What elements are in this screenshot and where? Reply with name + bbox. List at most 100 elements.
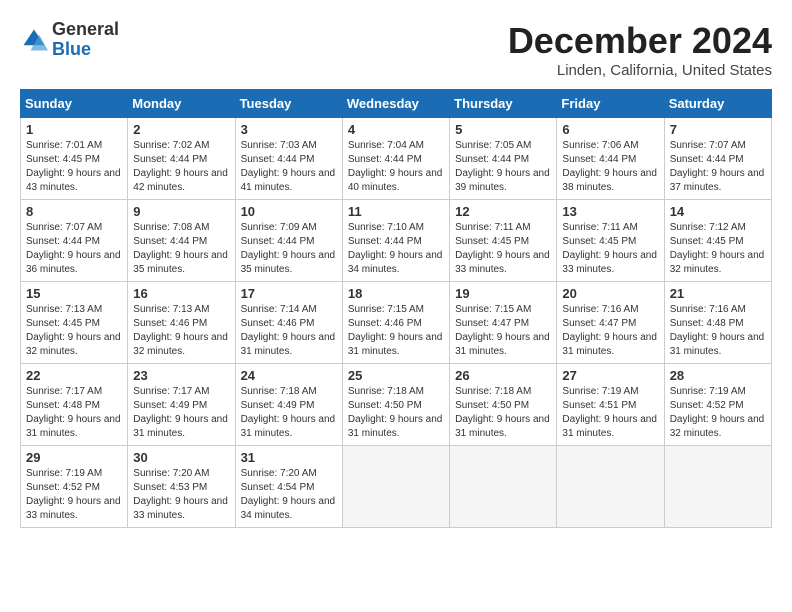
cell-info: Sunrise: 7:18 AMSunset: 4:50 PMDaylight:… xyxy=(455,386,550,439)
cell-info: Sunrise: 7:07 AMSunset: 4:44 PMDaylight:… xyxy=(26,222,121,275)
calendar-cell xyxy=(557,446,664,528)
day-number: 22 xyxy=(26,368,122,383)
calendar-cell: 17 Sunrise: 7:14 AMSunset: 4:46 PMDayligh… xyxy=(235,282,342,364)
calendar-cell: 22Sunrise: 7:17 AMSunset: 4:48 PMDayligh… xyxy=(21,364,128,446)
calendar-cell: 16 Sunrise: 7:13 AMSunset: 4:46 PMDayligh… xyxy=(128,282,235,364)
day-number: 19 xyxy=(455,286,551,301)
calendar-cell: 13Sunrise: 7:11 AMSunset: 4:45 PMDayligh… xyxy=(557,200,664,282)
cell-info: Sunrise: 7:05 AMSunset: 4:44 PMDaylight:… xyxy=(455,140,550,193)
calendar-cell: 1 Sunrise: 7:01 AMSunset: 4:45 PMDaylight… xyxy=(21,118,128,200)
calendar-cell: 19 Sunrise: 7:15 AMSunset: 4:47 PMDayligh… xyxy=(450,282,557,364)
cell-info: Sunrise: 7:19 AMSunset: 4:52 PMDaylight:… xyxy=(26,468,121,521)
calendar-week-3: 15 Sunrise: 7:13 AMSunset: 4:45 PMDayligh… xyxy=(21,282,772,364)
title-area: December 2024 Linden, California, United… xyxy=(508,20,772,79)
cell-info: Sunrise: 7:19 AMSunset: 4:51 PMDaylight:… xyxy=(562,386,657,439)
cell-info: Sunrise: 7:18 AMSunset: 4:49 PMDaylight:… xyxy=(241,386,336,439)
calendar-cell: 12 Sunrise: 7:11 AMSunset: 4:45 PMDayligh… xyxy=(450,200,557,282)
day-header-monday: Monday xyxy=(128,90,235,118)
cell-info: Sunrise: 7:19 AMSunset: 4:52 PMDaylight:… xyxy=(670,386,765,439)
cell-info: Sunrise: 7:07 AMSunset: 4:44 PMDaylight:… xyxy=(670,140,765,193)
day-number: 6 xyxy=(562,122,658,137)
calendar-cell: 21Sunrise: 7:16 AMSunset: 4:48 PMDayligh… xyxy=(664,282,771,364)
day-number: 25 xyxy=(348,368,444,383)
calendar-cell: 11 Sunrise: 7:10 AMSunset: 4:44 PMDayligh… xyxy=(342,200,449,282)
cell-info: Sunrise: 7:20 AMSunset: 4:53 PMDaylight:… xyxy=(133,468,228,521)
cell-info: Sunrise: 7:20 AMSunset: 4:54 PMDaylight:… xyxy=(241,468,336,521)
calendar-cell: 2 Sunrise: 7:02 AMSunset: 4:44 PMDaylight… xyxy=(128,118,235,200)
day-number: 15 xyxy=(26,286,122,301)
day-number: 31 xyxy=(241,450,337,465)
day-number: 7 xyxy=(670,122,766,137)
day-number: 26 xyxy=(455,368,551,383)
cell-info: Sunrise: 7:14 AMSunset: 4:46 PMDaylight:… xyxy=(241,304,336,357)
day-header-tuesday: Tuesday xyxy=(235,90,342,118)
day-number: 27 xyxy=(562,368,658,383)
calendar-week-1: 1 Sunrise: 7:01 AMSunset: 4:45 PMDaylight… xyxy=(21,118,772,200)
day-number: 20 xyxy=(562,286,658,301)
logo-general: General xyxy=(52,19,119,39)
cell-info: Sunrise: 7:01 AMSunset: 4:45 PMDaylight:… xyxy=(26,140,121,193)
month-title: December 2024 xyxy=(508,20,772,62)
calendar-cell: 24Sunrise: 7:18 AMSunset: 4:49 PMDayligh… xyxy=(235,364,342,446)
cell-info: Sunrise: 7:15 AMSunset: 4:46 PMDaylight:… xyxy=(348,304,443,357)
calendar-header-row: SundayMondayTuesdayWednesdayThursdayFrid… xyxy=(21,90,772,118)
logo-icon xyxy=(20,26,48,54)
calendar-cell: 26 Sunrise: 7:18 AMSunset: 4:50 PMDayligh… xyxy=(450,364,557,446)
cell-info: Sunrise: 7:16 AMSunset: 4:48 PMDaylight:… xyxy=(670,304,765,357)
cell-info: Sunrise: 7:08 AMSunset: 4:44 PMDaylight:… xyxy=(133,222,228,275)
cell-info: Sunrise: 7:13 AMSunset: 4:46 PMDaylight:… xyxy=(133,304,228,357)
day-header-friday: Friday xyxy=(557,90,664,118)
day-number: 12 xyxy=(455,204,551,219)
cell-info: Sunrise: 7:06 AMSunset: 4:44 PMDaylight:… xyxy=(562,140,657,193)
day-number: 8 xyxy=(26,204,122,219)
cell-info: Sunrise: 7:09 AMSunset: 4:44 PMDaylight:… xyxy=(241,222,336,275)
cell-info: Sunrise: 7:11 AMSunset: 4:45 PMDaylight:… xyxy=(562,222,657,275)
day-number: 1 xyxy=(26,122,122,137)
cell-info: Sunrise: 7:11 AMSunset: 4:45 PMDaylight:… xyxy=(455,222,550,275)
day-number: 29 xyxy=(26,450,122,465)
day-number: 2 xyxy=(133,122,229,137)
calendar-cell: 25 Sunrise: 7:18 AMSunset: 4:50 PMDayligh… xyxy=(342,364,449,446)
cell-info: Sunrise: 7:15 AMSunset: 4:47 PMDaylight:… xyxy=(455,304,550,357)
cell-info: Sunrise: 7:13 AMSunset: 4:45 PMDaylight:… xyxy=(26,304,121,357)
day-number: 30 xyxy=(133,450,229,465)
calendar-cell xyxy=(450,446,557,528)
page-header: General Blue December 2024 Linden, Calif… xyxy=(20,20,772,79)
calendar-cell: 8 Sunrise: 7:07 AMSunset: 4:44 PMDaylight… xyxy=(21,200,128,282)
calendar-week-5: 29 Sunrise: 7:19 AMSunset: 4:52 PMDayligh… xyxy=(21,446,772,528)
calendar-cell: 6 Sunrise: 7:06 AMSunset: 4:44 PMDaylight… xyxy=(557,118,664,200)
day-number: 23 xyxy=(133,368,229,383)
day-number: 14 xyxy=(670,204,766,219)
calendar-cell: 30 Sunrise: 7:20 AMSunset: 4:53 PMDayligh… xyxy=(128,446,235,528)
calendar-cell: 18Sunrise: 7:15 AMSunset: 4:46 PMDayligh… xyxy=(342,282,449,364)
day-number: 16 xyxy=(133,286,229,301)
calendar-cell: 10 Sunrise: 7:09 AMSunset: 4:44 PMDayligh… xyxy=(235,200,342,282)
calendar-cell: 5Sunrise: 7:05 AMSunset: 4:44 PMDaylight… xyxy=(450,118,557,200)
cell-info: Sunrise: 7:17 AMSunset: 4:49 PMDaylight:… xyxy=(133,386,228,439)
day-header-sunday: Sunday xyxy=(21,90,128,118)
cell-info: Sunrise: 7:04 AMSunset: 4:44 PMDaylight:… xyxy=(348,140,443,193)
cell-info: Sunrise: 7:10 AMSunset: 4:44 PMDaylight:… xyxy=(348,222,443,275)
day-number: 28 xyxy=(670,368,766,383)
calendar-cell: 29 Sunrise: 7:19 AMSunset: 4:52 PMDayligh… xyxy=(21,446,128,528)
calendar-cell: 27 Sunrise: 7:19 AMSunset: 4:51 PMDayligh… xyxy=(557,364,664,446)
logo: General Blue xyxy=(20,20,119,60)
calendar-table: SundayMondayTuesdayWednesdayThursdayFrid… xyxy=(20,89,772,528)
day-header-saturday: Saturday xyxy=(664,90,771,118)
cell-info: Sunrise: 7:18 AMSunset: 4:50 PMDaylight:… xyxy=(348,386,443,439)
location: Linden, California, United States xyxy=(508,62,772,79)
cell-info: Sunrise: 7:02 AMSunset: 4:44 PMDaylight:… xyxy=(133,140,228,193)
cell-info: Sunrise: 7:16 AMSunset: 4:47 PMDaylight:… xyxy=(562,304,657,357)
calendar-cell: 23 Sunrise: 7:17 AMSunset: 4:49 PMDayligh… xyxy=(128,364,235,446)
logo-blue: Blue xyxy=(52,39,91,59)
calendar-cell: 9Sunrise: 7:08 AMSunset: 4:44 PMDaylight… xyxy=(128,200,235,282)
day-number: 17 xyxy=(241,286,337,301)
calendar-cell: 31 Sunrise: 7:20 AMSunset: 4:54 PMDayligh… xyxy=(235,446,342,528)
calendar-cell xyxy=(342,446,449,528)
calendar-cell: 15 Sunrise: 7:13 AMSunset: 4:45 PMDayligh… xyxy=(21,282,128,364)
calendar-cell: 7 Sunrise: 7:07 AMSunset: 4:44 PMDaylight… xyxy=(664,118,771,200)
day-number: 11 xyxy=(348,204,444,219)
day-number: 10 xyxy=(241,204,337,219)
calendar-body: 1 Sunrise: 7:01 AMSunset: 4:45 PMDaylight… xyxy=(21,118,772,528)
day-number: 3 xyxy=(241,122,337,137)
